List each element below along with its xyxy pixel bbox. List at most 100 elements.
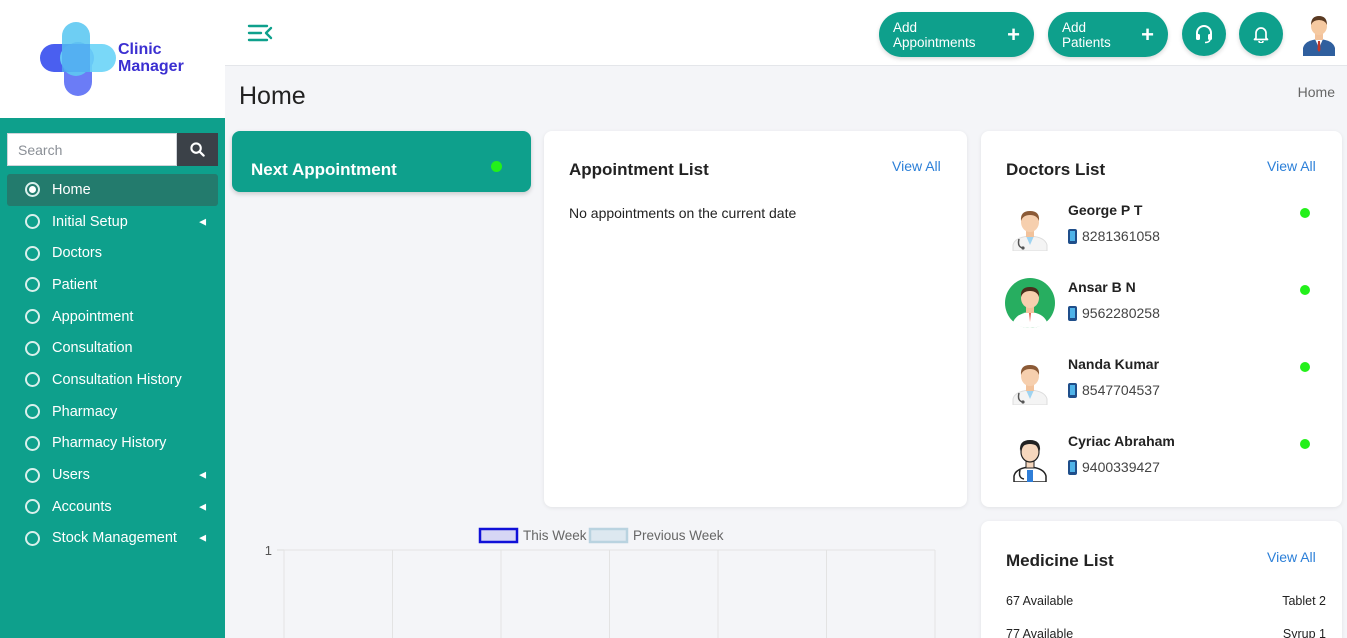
doctor-row[interactable]: Ansar B N 9562280258 [981,278,1342,348]
bell-icon [1253,27,1269,43]
sidebar-item-pharmacy-history[interactable]: Pharmacy History [7,428,218,460]
plus-icon: + [1007,21,1020,47]
sidebar-item-consultation[interactable]: Consultation [7,332,218,364]
phone-icon [1068,382,1077,398]
sidebar-search [7,133,218,166]
doctor-avatar-icon [1005,432,1055,483]
doctor-avatar-icon [1005,278,1055,328]
logo-line-2: Manager [118,58,184,75]
doctor-row[interactable]: Nanda Kumar 8547704537 [981,355,1342,425]
radio-circle-icon [25,499,40,515]
next-appointment-title: Next Appointment [251,160,397,179]
legend-label: Previous Week [633,528,724,543]
doctor-name: Nanda Kumar [1068,356,1160,372]
appointment-view-all-link[interactable]: View All [892,158,941,174]
add-appointments-button[interactable]: Add Appointments + [879,12,1034,57]
add-patients-label: Add Patients [1062,19,1111,50]
legend-label: This Week [523,528,587,543]
search-input[interactable] [7,133,177,166]
add-patients-button[interactable]: Add Patients + [1048,12,1168,57]
sidebar-item-label: Consultation History [52,371,182,388]
doctors-list-card: Doctors List View All George P T 82813610… [981,131,1342,507]
doctor-name: George P T [1068,202,1143,218]
sidebar: Clinic Manager Home Initial Setup ◀ Doctors… [0,0,225,638]
y-tick-label: 1 [265,543,272,558]
appointment-list-title: Appointment List [569,160,709,179]
sidebar-item-stock-management[interactable]: Stock Management ◀ [7,523,218,555]
radio-circle-icon [25,214,40,230]
appointment-empty-message: No appointments on the current date [569,205,797,221]
chevron-left-icon: ◀ [199,532,206,543]
sidebar-item-label: Stock Management [52,530,177,547]
sidebar-item-appointment[interactable]: Appointment [7,301,218,333]
legend-swatch[interactable] [478,527,519,544]
doctor-phone: 8547704537 [1068,382,1160,398]
doctor-phone: 9562280258 [1068,305,1160,321]
phone-icon [1068,305,1077,321]
medicine-view-all-link[interactable]: View All [1267,549,1316,565]
logo-text: Clinic Manager [118,41,184,75]
breadcrumb[interactable]: Home [1298,84,1335,100]
radio-circle-icon [25,435,40,451]
notifications-button[interactable] [1239,12,1283,56]
radio-circle-icon [25,530,40,546]
radio-circle-icon [25,340,40,356]
doctor-phone-number: 9562280258 [1082,305,1160,321]
doctor-name: Ansar B N [1068,279,1136,295]
chevron-left-icon: ◀ [199,469,206,480]
logo-line-1: Clinic [118,41,162,58]
sidebar-item-patient[interactable]: Patient [7,269,218,301]
legend-swatch[interactable] [588,527,629,544]
sidebar-item-label: Doctors [52,245,102,262]
doctor-phone-number: 9400339427 [1082,459,1160,475]
headset-icon [1196,25,1212,44]
support-button[interactable] [1182,12,1226,56]
radio-circle-icon [25,372,40,388]
online-status-icon [1300,362,1310,372]
search-button[interactable] [177,133,218,166]
sidebar-item-home[interactable]: Home [7,174,218,206]
sidebar-item-initial-setup[interactable]: Initial Setup ◀ [7,206,218,238]
sidebar-item-label: Pharmacy [52,403,118,420]
medicine-row: 67 Available Tablet 2 [1006,594,1326,608]
sidebar-item-label: Accounts [52,498,112,515]
doctor-row[interactable]: Cyriac Abraham 9400339427 [981,432,1342,502]
appointment-list-card: Appointment List View All No appointment… [544,131,967,507]
medicine-availability: 67 Available [1006,594,1074,608]
sidebar-item-users[interactable]: Users ◀ [7,459,218,491]
doctor-phone-number: 8281361058 [1082,228,1160,244]
online-status-icon [1300,208,1310,218]
sidebar-item-label: Users [52,467,90,484]
sidebar-item-accounts[interactable]: Accounts ◀ [7,491,218,523]
plus-icon: + [1141,21,1154,47]
weekly-appointments-chart: This Week Previous Week 1 [265,527,936,638]
phone-icon [1068,228,1077,244]
doctor-name: Cyriac Abraham [1068,433,1175,449]
sidebar-item-consultation-history[interactable]: Consultation History [7,364,218,396]
doctor-phone: 8281361058 [1068,228,1160,244]
user-avatar-icon[interactable] [1301,12,1337,56]
online-status-icon [1300,439,1310,449]
sidebar-item-label: Initial Setup [52,213,128,230]
medicine-name: Tablet 2 [1282,594,1326,608]
sidebar-item-label: Home [52,181,91,198]
radio-circle-icon [25,467,40,483]
radio-circle-icon [25,245,40,261]
sidebar-item-doctors[interactable]: Doctors [7,237,218,269]
phone-icon [1068,459,1077,475]
doctors-view-all-link[interactable]: View All [1267,158,1316,174]
online-status-icon [1300,285,1310,295]
doctors-list-title: Doctors List [1006,160,1106,179]
menu-toggle-icon[interactable] [247,22,273,44]
next-appointment-card[interactable]: Next Appointment [232,131,531,192]
medicine-name: Syrup 1 [1282,627,1326,638]
doctor-row[interactable]: George P T 8281361058 [981,201,1342,271]
sidebar-item-pharmacy[interactable]: Pharmacy [7,396,218,428]
top-header: Add Appointments + Add Patients + [225,0,1347,66]
radio-circle-icon [25,182,40,198]
doctor-avatar-icon [1005,201,1055,252]
search-icon [190,142,205,157]
add-appointments-label: Add Appointments [893,19,976,50]
medicine-list-title: Medicine List [1006,551,1114,570]
doctor-phone-number: 8547704537 [1082,382,1160,398]
